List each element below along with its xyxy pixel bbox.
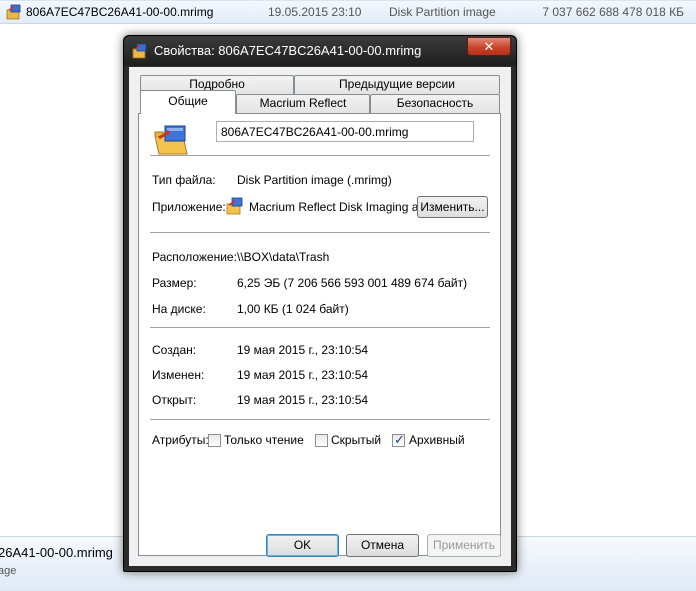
ok-button-label: OK bbox=[293, 538, 312, 552]
change-app-button[interactable]: Изменить... bbox=[417, 196, 488, 218]
dialog-client-area: Подробно Предыдущие версии Общие Macrium… bbox=[129, 67, 511, 566]
mrimg-file-icon bbox=[154, 125, 188, 155]
modified-value: 19 мая 2015 г., 23:10:54 bbox=[237, 368, 369, 382]
file-row-name: 806A7EC47BC26A41-00-00.mrimg bbox=[26, 5, 214, 19]
apply-button-label: Применить bbox=[432, 538, 495, 552]
tab-security-label: Безопасность bbox=[396, 96, 474, 110]
file-row-date: 19.05.2015 23:10 bbox=[268, 5, 362, 19]
properties-dialog: Свойства: 806A7EC47BC26A41-00-00.mrimg ✕… bbox=[123, 35, 517, 572]
tab-general[interactable]: Общие bbox=[140, 90, 236, 114]
created-value: 19 мая 2015 г., 23:10:54 bbox=[237, 343, 369, 357]
mrimg-file-icon bbox=[132, 43, 147, 59]
readonly-checkbox[interactable] bbox=[208, 434, 221, 447]
attributes-label: Атрибуты: bbox=[152, 433, 209, 447]
separator bbox=[150, 232, 490, 233]
file-type-value: Disk Partition image (.mrimg) bbox=[237, 173, 392, 187]
cancel-button[interactable]: Отмена bbox=[346, 534, 419, 557]
size-value: 6,25 ЭБ (7 206 566 593 001 489 674 байт) bbox=[237, 276, 468, 290]
archive-checkbox-label: Архивный bbox=[409, 433, 465, 447]
details-file-name: 26A41-00-00.mrimg bbox=[0, 545, 113, 560]
file-row-size: 7 037 662 688 478 018 КБ bbox=[542, 5, 684, 19]
file-name-value: 806A7EC47BC26A41-00-00.mrimg bbox=[221, 125, 409, 139]
location-label: Расположение: bbox=[152, 250, 237, 264]
apply-button[interactable]: Применить bbox=[427, 534, 501, 557]
file-type-label: Тип файла: bbox=[152, 173, 216, 187]
created-label: Создан: bbox=[152, 343, 197, 357]
separator bbox=[150, 327, 490, 328]
modified-label: Изменен: bbox=[152, 368, 205, 382]
file-row-type: Disk Partition image bbox=[389, 5, 496, 19]
close-icon: ✕ bbox=[483, 39, 495, 54]
app-label: Приложение: bbox=[152, 200, 226, 214]
tab-macrium-reflect[interactable]: Macrium Reflect bbox=[236, 94, 370, 113]
archive-checkbox[interactable]: ✓ bbox=[392, 432, 405, 447]
app-value: Macrium Reflect Disk Imaging and bbox=[249, 200, 432, 214]
checkmark-icon: ✓ bbox=[394, 432, 405, 447]
tab-previous-versions[interactable]: Предыдущие версии bbox=[294, 75, 500, 94]
mrimg-file-icon bbox=[6, 4, 21, 20]
tab-macrium-reflect-label: Macrium Reflect bbox=[259, 96, 347, 110]
location-value: \\BOX\data\Trash bbox=[237, 250, 330, 264]
cancel-button-label: Отмена bbox=[360, 538, 405, 552]
change-app-button-label: Изменить... bbox=[420, 200, 485, 214]
opened-label: Открыт: bbox=[152, 393, 197, 407]
on-disk-label: На диске: bbox=[152, 302, 206, 316]
macrium-app-icon bbox=[226, 197, 243, 215]
opened-value: 19 мая 2015 г., 23:10:54 bbox=[237, 393, 369, 407]
separator bbox=[150, 419, 490, 420]
details-file-type: age bbox=[0, 565, 17, 577]
on-disk-value: 1,00 КБ (1 024 байт) bbox=[237, 302, 349, 316]
readonly-checkbox-label: Только чтение bbox=[224, 433, 304, 447]
dialog-title: Свойства: 806A7EC47BC26A41-00-00.mrimg bbox=[154, 43, 422, 58]
ok-button[interactable]: OK bbox=[266, 534, 339, 557]
close-button[interactable]: ✕ bbox=[467, 37, 511, 56]
tab-previous-versions-label: Предыдущие версии bbox=[339, 77, 455, 91]
explorer-file-row[interactable]: 806A7EC47BC26A41-00-00.mrimg 19.05.2015 … bbox=[0, 0, 696, 24]
separator bbox=[150, 155, 490, 156]
tab-security[interactable]: Безопасность bbox=[370, 94, 500, 113]
tab-general-label: Общие bbox=[168, 94, 208, 108]
file-name-field[interactable]: 806A7EC47BC26A41-00-00.mrimg bbox=[216, 121, 474, 142]
hidden-checkbox[interactable] bbox=[315, 434, 328, 447]
hidden-checkbox-label: Скрытый bbox=[331, 433, 382, 447]
tab-details-label: Подробно bbox=[189, 77, 245, 91]
size-label: Размер: bbox=[152, 276, 197, 290]
dialog-titlebar[interactable]: Свойства: 806A7EC47BC26A41-00-00.mrimg ✕ bbox=[124, 36, 516, 66]
